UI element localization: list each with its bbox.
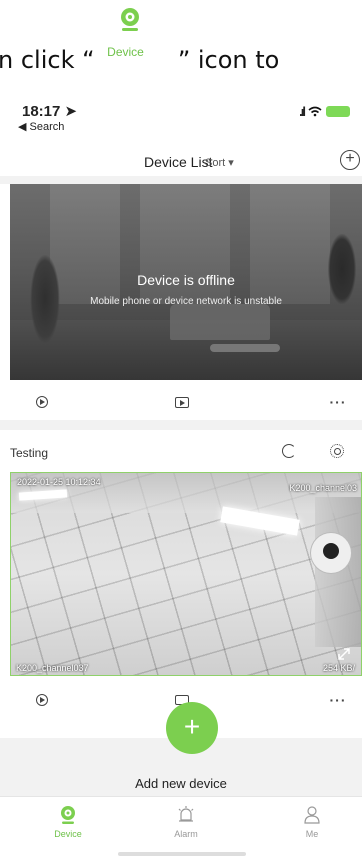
play-icon [36, 396, 48, 408]
alarm-icon [178, 806, 194, 822]
battery-icon [326, 106, 350, 117]
more-button[interactable]: ··· [326, 688, 350, 712]
play-icon [36, 694, 48, 706]
live-button[interactable] [170, 390, 194, 414]
gear-icon[interactable] [330, 444, 344, 458]
background-plant [328, 234, 356, 304]
playback-icon [175, 397, 189, 408]
video-timestamp: 2022-01-25 10:12:34 [17, 477, 101, 487]
more-button[interactable]: ··· [326, 390, 350, 414]
device-card-offline: Device is offline Mobile phone or device… [0, 184, 362, 420]
expand-icon[interactable] [337, 647, 351, 661]
add-icon: + [183, 711, 201, 742]
live-video-view[interactable]: 2022-01-25 10:12:34 K200_channel03 K200_… [10, 472, 362, 676]
page-title: Device List [144, 154, 213, 170]
device-icon [61, 806, 75, 824]
instruction-text-before: n click “ [0, 46, 95, 74]
background-table [210, 344, 280, 352]
add-device-button[interactable]: + [340, 150, 360, 170]
tab-label: Device [54, 829, 82, 839]
offline-title: Device is offline [137, 272, 235, 288]
person-icon [304, 806, 320, 824]
signal-icon: .ıl [299, 104, 306, 119]
location-arrow-icon: ➤ [64, 103, 78, 120]
home-indicator [118, 852, 246, 856]
status-time: 18:17 ➤ [22, 103, 78, 120]
tab-label: Me [305, 829, 319, 839]
instruction-text: n click “ Device ” icon to [0, 8, 280, 74]
status-bar: 18:17 ➤ ◀ Search .ıl [0, 92, 362, 136]
chevron-down-icon: ▾ [228, 157, 234, 169]
instruction-banner: n click “ Device ” icon to [0, 0, 362, 92]
status-icons: .ıl [299, 104, 350, 119]
offline-subtitle: Mobile phone or device network is unstab… [90, 296, 282, 307]
playback-button[interactable] [30, 390, 54, 414]
playback-button[interactable] [30, 688, 54, 712]
video-bitrate: 254 KB/ [322, 663, 355, 673]
add-new-device-label: Add new device [135, 776, 227, 791]
wifi-icon [308, 106, 322, 117]
back-to-search-link[interactable]: ◀ Search [18, 120, 64, 133]
tab-label: Alarm [174, 829, 198, 839]
video-channel-bottom: K200_channel037 [16, 663, 89, 673]
inline-device-label: Device [107, 45, 144, 59]
more-icon: ··· [329, 394, 347, 410]
add-new-device-button[interactable]: + [166, 702, 218, 754]
video-door [315, 497, 361, 647]
more-icon: ··· [329, 692, 347, 708]
device-name: Testing [10, 446, 49, 460]
tab-alarm[interactable]: Alarm [156, 797, 216, 858]
tab-device[interactable]: Device [38, 797, 98, 858]
sort-dropdown[interactable]: Sort ▾ [205, 156, 234, 169]
video-channel-top: K200_channel03 [289, 483, 357, 493]
inline-device-icon-group: Device [104, 8, 168, 74]
instruction-text-after: ” icon to [177, 46, 280, 74]
tab-bar: Device Alarm Me [0, 796, 362, 858]
device-card-header: Testing [0, 430, 362, 470]
video-camera-object [311, 533, 351, 573]
replay-icon[interactable] [282, 444, 296, 458]
device-controls: ··· [0, 384, 362, 420]
offline-video-view[interactable]: Device is offline Mobile phone or device… [10, 184, 362, 380]
background-sofa [170, 304, 270, 340]
tab-me[interactable]: Me [282, 797, 342, 858]
nav-bar: Device List Sort ▾ + [0, 136, 362, 176]
device-icon [121, 8, 140, 31]
device-card-testing: Testing 2022-01-25 10:12:34 K200_channel… [0, 430, 362, 738]
